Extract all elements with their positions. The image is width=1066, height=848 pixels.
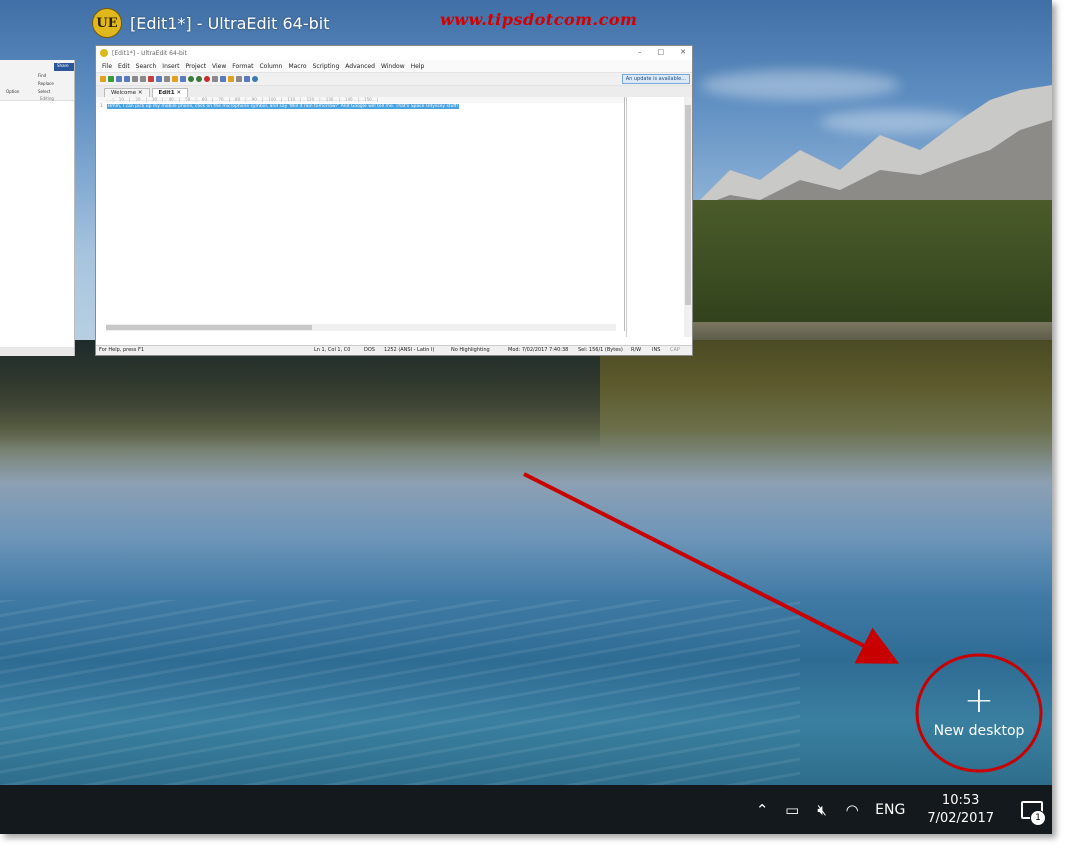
status-encoding: 1252 (ANSI - Latin I) bbox=[384, 347, 435, 353]
watermark: www.tipsdotcom.com bbox=[440, 10, 638, 29]
side-window-thumbnail[interactable]: Share Find Replace Select Option Editing bbox=[0, 60, 75, 356]
toolbar-icon bbox=[220, 76, 226, 82]
clock[interactable]: 10:53 7/02/2017 bbox=[927, 792, 994, 828]
language-indicator[interactable]: ENG bbox=[875, 802, 905, 818]
status-cap: CAP bbox=[670, 347, 680, 353]
toolbar-icon bbox=[180, 76, 186, 82]
wifi-icon[interactable]: ◠ bbox=[837, 801, 867, 819]
side-pane bbox=[626, 97, 683, 337]
toolbar-icon bbox=[204, 76, 210, 82]
new-desktop-button[interactable]: + New desktop bbox=[916, 655, 1042, 771]
minimize-icon: – bbox=[638, 48, 642, 56]
toolbar-icon bbox=[148, 76, 154, 82]
ultraedit-menubar: File Edit Search Insert Project View For… bbox=[96, 60, 692, 72]
side-window-ribbon: Share Find Replace Select Option Editing bbox=[0, 60, 74, 101]
toolbar-icon bbox=[100, 76, 106, 82]
ultraedit-statusbar: For Help, press F1 Ln 1, Col 1, C0 DOS 1… bbox=[96, 345, 692, 355]
menu-search: Search bbox=[135, 62, 157, 70]
status-highlighting: No Highlighting bbox=[451, 347, 490, 353]
tab-edit1: Edit1 ✕ bbox=[151, 88, 189, 97]
ultraedit-title: [Edit1*] - UltraEdit 64-bit bbox=[112, 49, 187, 57]
wallpaper-reflection bbox=[0, 340, 600, 450]
toolbar-icon bbox=[172, 76, 178, 82]
plus-icon: + bbox=[963, 680, 995, 721]
new-desktop-label: New desktop bbox=[933, 723, 1025, 739]
toolbar-icon bbox=[132, 76, 138, 82]
battery-icon[interactable]: ▭ bbox=[777, 801, 807, 819]
menu-window: Window bbox=[380, 62, 405, 70]
editing-label: Editing bbox=[40, 96, 54, 101]
menu-insert: Insert bbox=[162, 62, 180, 70]
menu-advanced: Advanced bbox=[345, 62, 375, 70]
ultraedit-small-icon bbox=[100, 49, 108, 57]
ultraedit-toolbar: An update is available... bbox=[96, 72, 692, 86]
menu-scripting: Scripting bbox=[312, 62, 340, 70]
status-ins: INS bbox=[652, 347, 661, 353]
share-label: Share bbox=[57, 63, 69, 68]
side-window-status bbox=[0, 347, 74, 356]
desktop-screen: UE [Edit1*] - UltraEdit 64-bit www.tipsd… bbox=[0, 0, 1052, 834]
clock-date: 7/02/2017 bbox=[927, 810, 994, 826]
toolbar-icon bbox=[140, 76, 146, 82]
menu-project: Project bbox=[185, 62, 207, 70]
update-notice-button: An update is available... bbox=[621, 74, 690, 84]
toolbar-icon bbox=[236, 76, 242, 82]
selected-text: Hmm, I can pick up my mobile phone, clic… bbox=[106, 104, 460, 109]
select-label: Select bbox=[38, 89, 51, 94]
status-line-ending: DOS bbox=[364, 347, 375, 353]
menu-format: Format bbox=[232, 62, 254, 70]
action-center-button[interactable]: 1 bbox=[1012, 785, 1052, 834]
option-label: Option bbox=[6, 89, 20, 94]
toolbar-icon bbox=[252, 76, 258, 82]
tab-welcome: Welcome ✕ bbox=[104, 88, 150, 97]
vertical-scrollbar bbox=[684, 97, 692, 337]
menu-file: File bbox=[102, 62, 113, 70]
wallpaper-ripples bbox=[0, 600, 800, 785]
maximize-icon: □ bbox=[657, 48, 665, 56]
taskbar: ⌃ ▭ 🔇︎ ◠ ENG 10:53 7/02/2017 1 bbox=[0, 785, 1052, 834]
toolbar-icon bbox=[244, 76, 250, 82]
editor-area: .....|....10....|....20....|....30....|.… bbox=[96, 97, 625, 331]
menu-edit: Edit bbox=[118, 62, 130, 70]
chevron-up-icon[interactable]: ⌃ bbox=[747, 801, 777, 819]
menu-column: Column bbox=[259, 62, 283, 70]
status-selection: Sel: 156/1 (Bytes) bbox=[578, 347, 623, 353]
close-icon: ✕ bbox=[680, 48, 686, 56]
editor-ruler: .....|....10....|....20....|....30....|.… bbox=[96, 97, 624, 103]
status-position: Ln 1, Col 1, C0 bbox=[314, 347, 351, 353]
status-help: For Help, press F1 bbox=[99, 347, 145, 353]
replace-label: Replace bbox=[38, 81, 54, 86]
toolbar-icon bbox=[156, 76, 162, 82]
volume-muted-icon[interactable]: 🔇︎ bbox=[807, 801, 837, 819]
notification-badge: 1 bbox=[1030, 810, 1046, 826]
toolbar-icon bbox=[108, 76, 114, 82]
status-rw: R/W bbox=[631, 347, 642, 353]
window-thumbnail-title: [Edit1*] - UltraEdit 64-bit bbox=[130, 13, 330, 33]
status-modified: Mod: 7/02/2017 7:40:38 bbox=[508, 347, 569, 353]
menu-macro: Macro bbox=[288, 62, 307, 70]
toolbar-icon bbox=[188, 76, 194, 82]
toolbar-icon bbox=[116, 76, 122, 82]
toolbar-icon bbox=[228, 76, 234, 82]
menu-view: View bbox=[212, 62, 227, 70]
menu-help: Help bbox=[410, 62, 425, 70]
horizontal-scrollbar bbox=[106, 324, 616, 331]
window-thumbnail-header[interactable]: UE [Edit1*] - UltraEdit 64-bit bbox=[92, 8, 329, 38]
line-number: 1 bbox=[100, 104, 103, 109]
toolbar-icon bbox=[212, 76, 218, 82]
find-label: Find bbox=[38, 73, 47, 78]
ultraedit-tabs: Welcome ✕ Edit1 ✕ bbox=[96, 86, 692, 97]
editor-line: 1 Hmm, I can pick up my mobile phone, cli… bbox=[100, 104, 460, 110]
clock-time: 10:53 bbox=[941, 792, 980, 808]
toolbar-icon bbox=[164, 76, 170, 82]
ultraedit-window-thumbnail[interactable]: [Edit1*] - UltraEdit 64-bit – □ ✕ File E… bbox=[95, 45, 693, 356]
system-tray: ⌃ ▭ 🔇︎ ◠ ENG 10:53 7/02/2017 1 bbox=[747, 785, 1052, 834]
toolbar-icon bbox=[124, 76, 130, 82]
ultraedit-titlebar: [Edit1*] - UltraEdit 64-bit – □ ✕ bbox=[96, 46, 692, 60]
wallpaper-shore bbox=[690, 322, 1052, 342]
toolbar-icon bbox=[196, 76, 202, 82]
ultraedit-logo-icon: UE bbox=[92, 8, 122, 38]
